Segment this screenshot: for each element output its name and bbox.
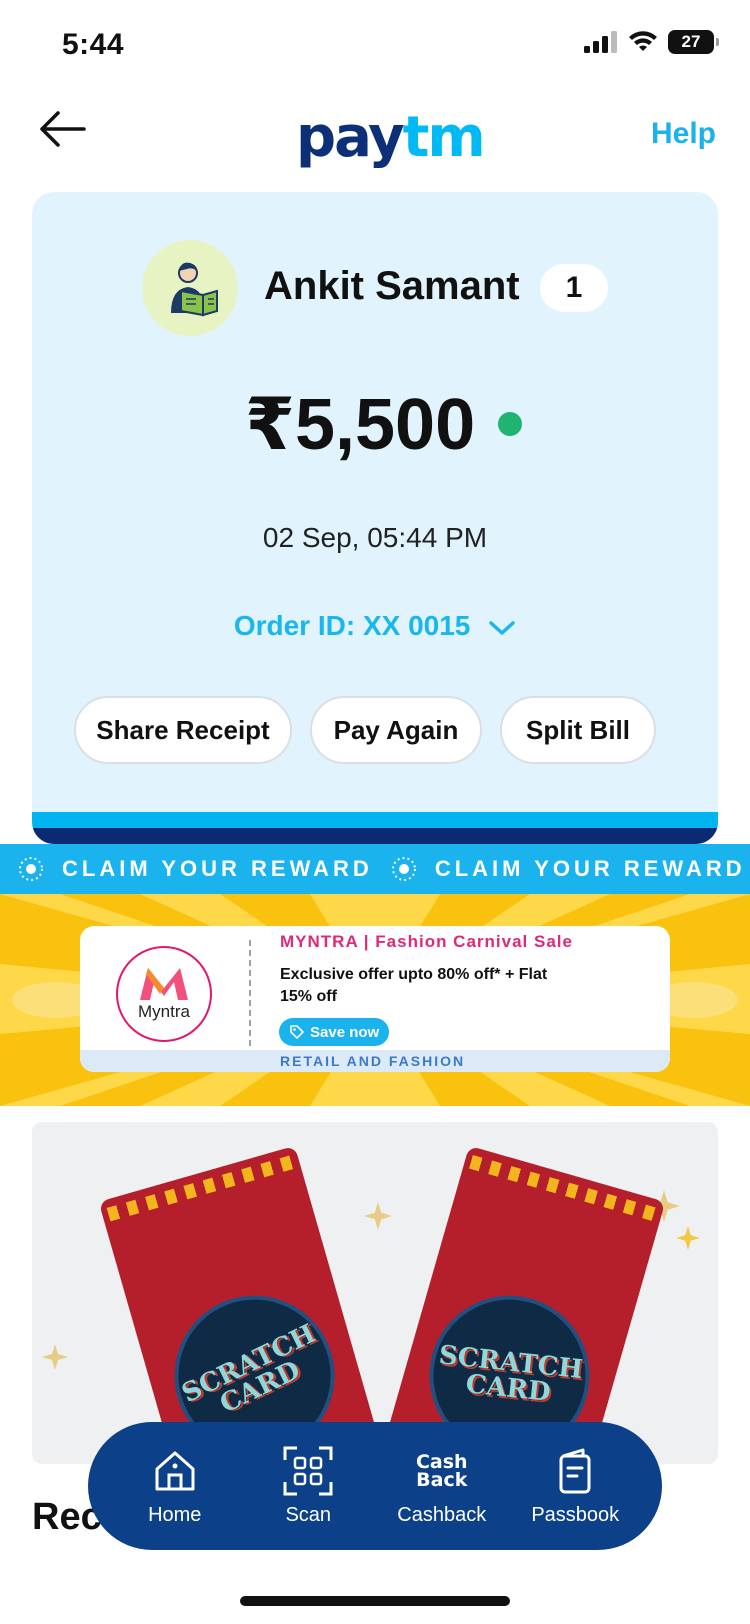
- scan-icon: [283, 1446, 333, 1496]
- cashback-icon: Cash Back: [415, 1450, 468, 1491]
- offer-divider: [249, 940, 251, 1046]
- nav-label: Home: [148, 1503, 202, 1526]
- scratch-card[interactable]: SCRATCH CARD: [386, 1145, 666, 1464]
- nav-label: Cashback: [397, 1503, 487, 1526]
- payee-name: Ankit Samant: [264, 264, 520, 308]
- nav-label: Passbook: [531, 1503, 620, 1526]
- nav-item-cashback[interactable]: Cash Back Cashback: [382, 1446, 502, 1527]
- pay-again-button[interactable]: Pay Again: [310, 696, 482, 764]
- sparkle-icon: [391, 857, 416, 881]
- offer-category: RETAIL AND FASHION: [280, 1053, 466, 1069]
- receipt-card: Ankit Samant 1 ₹5,500 02 Sep, 05:44 PM O…: [32, 192, 718, 844]
- share-receipt-button[interactable]: Share Receipt: [74, 696, 292, 764]
- passbook-icon: [550, 1446, 600, 1496]
- sparkle-icon: [676, 1226, 700, 1250]
- brand-name: Myntra: [138, 1002, 190, 1021]
- offer-title: MYNTRA | Fashion Carnival Sale: [280, 932, 573, 951]
- count-badge[interactable]: 1: [540, 264, 608, 312]
- nav-item-passbook[interactable]: Passbook: [515, 1446, 635, 1527]
- nav-item-scan[interactable]: Scan: [248, 1446, 368, 1527]
- ribbon-item: CLAIM YOUR REWARD: [373, 852, 746, 886]
- order-id-label: Order ID: XX 0015: [233, 610, 471, 641]
- ribbon-item: CLAIM YOUR REWARD: [0, 852, 373, 886]
- nav-item-home[interactable]: Home: [115, 1446, 235, 1527]
- logo-tm: tm: [402, 105, 486, 170]
- ribbon-text: CLAIM YOUR REWARD: [62, 856, 373, 881]
- sparkle-icon: [364, 1202, 392, 1230]
- claim-reward-ribbon[interactable]: CLAIM YOUR REWARD CLAIM YOUR REWARD: [0, 844, 750, 894]
- myntra-logo: Myntra: [116, 946, 212, 1042]
- status-bar: 5:44 27: [0, 0, 750, 90]
- home-indicator[interactable]: [240, 1596, 510, 1606]
- sparkle-icon: [19, 857, 43, 881]
- ribbon-text: CLAIM YOUR REWARD: [434, 856, 746, 881]
- arrow-left-icon: [40, 111, 86, 147]
- myntra-m-icon: [140, 968, 188, 1000]
- save-now-label: Save now: [310, 1023, 380, 1041]
- status-time: 5:44: [62, 28, 125, 61]
- home-icon: [150, 1446, 200, 1496]
- status-icons: 27: [584, 30, 719, 54]
- scratch-cards-section: SCRATCH CARD SCRATCH CARD: [32, 1122, 718, 1464]
- payment-amount: ₹5,500: [244, 385, 476, 465]
- sparkle-icon: [42, 1344, 68, 1370]
- wifi-icon: [629, 31, 657, 51]
- split-bill-button[interactable]: Split Bill: [500, 696, 656, 764]
- back-button[interactable]: [36, 107, 90, 151]
- bottom-nav: Home Scan Cash Back Cashback Passbook: [88, 1422, 662, 1550]
- offer-description: Exclusive offer upto 80% off* + Flat 15%…: [280, 966, 548, 1005]
- tag-icon: [290, 1025, 304, 1039]
- logo-pay: pay: [296, 105, 405, 170]
- person-reading-icon: [171, 262, 218, 317]
- header: pay tm Help: [0, 95, 750, 175]
- scratch-card[interactable]: SCRATCH CARD: [98, 1145, 378, 1464]
- action-buttons: Share Receipt Pay Again Split Bill: [74, 696, 656, 764]
- paytm-logo: pay tm: [296, 105, 486, 170]
- card-bottom-strip: [32, 812, 718, 844]
- success-status-dot: [498, 412, 522, 436]
- ribbon-item: [746, 852, 750, 886]
- chevron-down-icon: [488, 612, 516, 644]
- save-now-button[interactable]: Save now: [279, 1018, 390, 1046]
- battery-level: 27: [681, 32, 701, 51]
- help-link[interactable]: Help: [651, 117, 716, 151]
- offer-banner: Myntra MYNTRA | Fashion Carnival Sale Ex…: [0, 894, 750, 1106]
- avatar: [142, 240, 238, 336]
- order-id-toggle[interactable]: Order ID: XX 0015: [32, 610, 718, 644]
- transaction-datetime: 02 Sep, 05:44 PM: [262, 522, 488, 553]
- offer-card[interactable]: Myntra MYNTRA | Fashion Carnival Sale Ex…: [80, 926, 670, 1072]
- nav-label: Scan: [285, 1503, 332, 1526]
- cellular-signal-icon: [584, 31, 617, 53]
- battery-icon: 27: [668, 30, 719, 54]
